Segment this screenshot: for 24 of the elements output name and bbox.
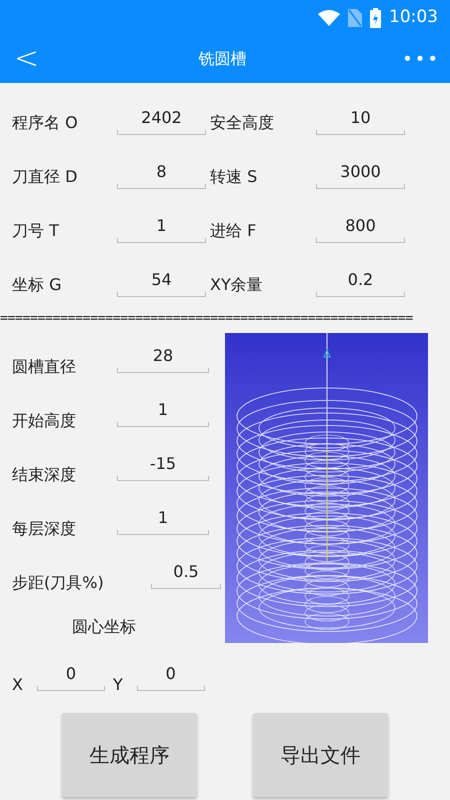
field-label: 安全高度 — [210, 112, 275, 134]
separator-line: ======================================================= — [0, 312, 414, 326]
section-label: 圆心坐标 — [71, 616, 137, 638]
status-time: 10:03 — [389, 6, 438, 29]
field-label: XY余量 — [210, 274, 264, 296]
field-label: 开始高度 — [12, 410, 77, 432]
battery-charging-icon — [370, 8, 381, 28]
field-label: 坐标 G — [12, 274, 62, 296]
field-label: 结束深度 — [12, 464, 77, 486]
field-label: 步距(刀具%) — [12, 572, 105, 594]
field-label: 进给 F — [210, 220, 258, 242]
field-label: X — [12, 674, 23, 696]
no-sim-icon — [348, 8, 362, 26]
field-label: 圆槽直径 — [12, 356, 77, 378]
field-label: 刀号 T — [12, 220, 60, 242]
field-label: 每层深度 — [12, 518, 77, 540]
wifi-icon — [318, 10, 340, 26]
field-label: Y — [112, 674, 123, 696]
field-label: 程序名 O — [12, 112, 79, 134]
field-label: 刀直径 D — [12, 166, 78, 188]
action-button[interactable]: 生成程序 — [62, 713, 197, 798]
field-label: 转速 S — [210, 166, 258, 188]
action-button[interactable]: 导出文件 — [253, 713, 388, 798]
page-title: 铣圆槽 — [198, 48, 247, 70]
